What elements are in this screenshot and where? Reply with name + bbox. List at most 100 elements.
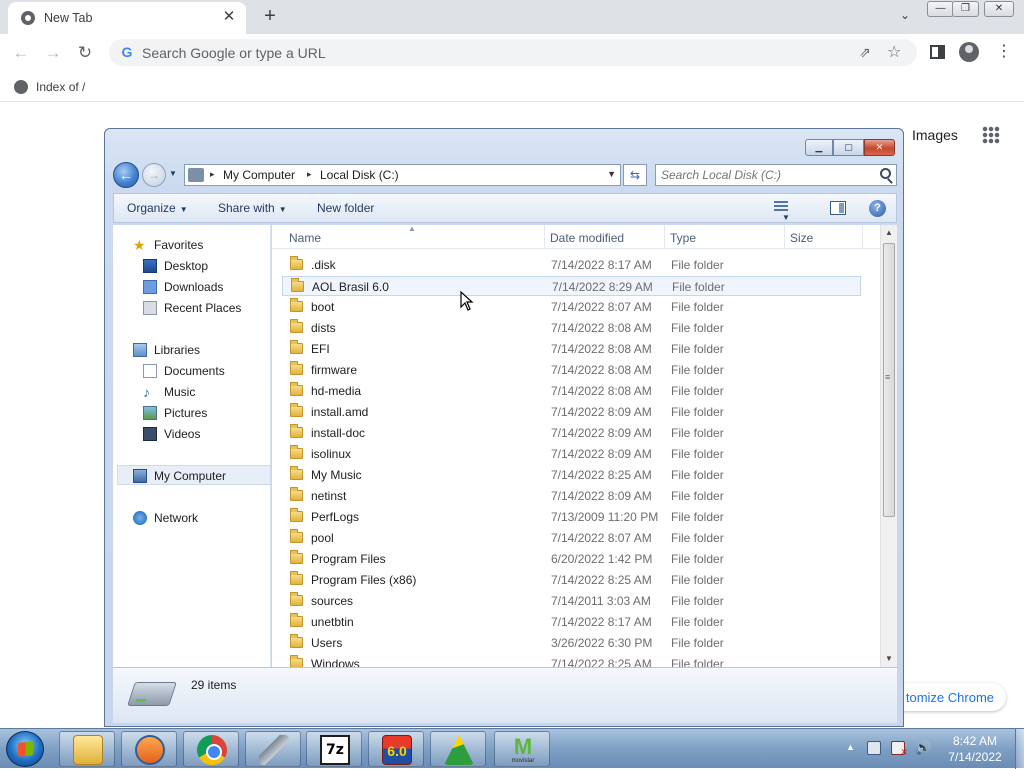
share-with-button[interactable]: Share with ▼: [218, 201, 287, 215]
table-row[interactable]: install.amd 7/14/2022 8:09 AM File folder: [282, 402, 861, 422]
table-row[interactable]: netinst 7/14/2022 8:09 AM File folder: [282, 486, 861, 506]
explorer-forward-button[interactable]: →: [142, 163, 166, 187]
nav-desktop[interactable]: Desktop: [113, 256, 271, 276]
table-row[interactable]: boot 7/14/2022 8:07 AM File folder: [282, 297, 861, 317]
table-row[interactable]: Users 3/26/2022 6:30 PM File folder: [282, 633, 861, 653]
new-tab-button[interactable]: +: [259, 5, 281, 27]
nav-music[interactable]: ♪ Music: [113, 382, 271, 402]
omnibox[interactable]: G Search Google or type a URL ⇗ ☆: [109, 39, 917, 66]
refresh-button[interactable]: ⇆: [623, 164, 647, 186]
nav-favorites[interactable]: ★ Favorites: [113, 235, 271, 255]
table-row[interactable]: pool 7/14/2022 8:07 AM File folder: [282, 528, 861, 548]
table-row[interactable]: EFI 7/14/2022 8:08 AM File folder: [282, 339, 861, 359]
explorer-maximize-button[interactable]: ▢: [833, 139, 864, 156]
taskbar-media-player-button[interactable]: [121, 731, 177, 767]
table-row[interactable]: My Music 7/14/2022 8:25 AM File folder: [282, 465, 861, 485]
table-row[interactable]: hd-media 7/14/2022 8:08 AM File folder: [282, 381, 861, 401]
close-button[interactable]: ✕: [984, 1, 1014, 17]
google-apps-icon[interactable]: [982, 126, 1000, 144]
tab-search-icon[interactable]: ⌄: [895, 8, 915, 26]
volume-icon[interactable]: 🔊: [915, 741, 931, 755]
bookmark-star-icon[interactable]: ☆: [887, 42, 905, 61]
search-icon[interactable]: [880, 168, 891, 179]
triangle-app-icon: [444, 735, 474, 765]
preview-pane-icon[interactable]: [830, 201, 846, 215]
explorer-back-button[interactable]: ←: [113, 162, 139, 188]
table-row[interactable]: firmware 7/14/2022 8:08 AM File folder: [282, 360, 861, 380]
tab-close-icon[interactable]: ✕: [220, 8, 238, 26]
share-icon[interactable]: ⇗: [859, 44, 875, 60]
table-row[interactable]: Program Files 6/20/2022 1:42 PM File folde…: [282, 549, 861, 569]
scroll-thumb[interactable]: [883, 243, 895, 517]
table-row[interactable]: dists 7/14/2022 8:08 AM File folder: [282, 318, 861, 338]
folder-icon: [290, 508, 303, 522]
file-type: File folder: [671, 342, 724, 356]
explorer-search-input[interactable]: [661, 167, 871, 183]
table-row[interactable]: Windows 7/14/2022 8:25 AM File folder: [282, 654, 861, 667]
nav-my-computer[interactable]: My Computer: [117, 465, 271, 485]
reload-button[interactable]: ↻: [72, 40, 98, 66]
show-desktop-button[interactable]: [1015, 729, 1024, 769]
chrome-menu-icon[interactable]: ⋮: [996, 42, 1012, 62]
nav-network[interactable]: Network: [113, 508, 271, 528]
start-button[interactable]: [6, 731, 44, 767]
table-row[interactable]: PerfLogs 7/13/2009 11:20 PM File folder: [282, 507, 861, 527]
breadcrumb-arrow-icon[interactable]: ▸: [210, 169, 215, 180]
table-row[interactable]: Program Files (x86) 7/14/2022 8:25 AM File…: [282, 570, 861, 590]
change-view-button[interactable]: ▼: [774, 201, 806, 222]
vertical-scrollbar[interactable]: ▲ ▼: [880, 225, 897, 667]
back-button[interactable]: ←: [8, 40, 34, 66]
table-row[interactable]: .disk 7/14/2022 8:17 AM File folder: [282, 255, 861, 275]
taskbar-7zip-button[interactable]: 7z: [306, 731, 362, 767]
side-panel-icon[interactable]: [930, 45, 945, 59]
nav-label: Recent Places: [164, 301, 242, 315]
explorer-search-box[interactable]: [655, 164, 897, 186]
table-row[interactable]: sources 7/14/2011 3:03 AM File folder: [282, 591, 861, 611]
bookmark-index-of[interactable]: Index of /: [14, 77, 85, 97]
file-list: .disk 7/14/2022 8:17 AM File folder AOL Bra…: [272, 225, 880, 667]
organize-label: Organize: [127, 201, 176, 215]
nav-libraries[interactable]: Libraries: [113, 340, 271, 360]
scroll-up-arrow-icon[interactable]: ▲: [881, 225, 897, 241]
images-link[interactable]: Images: [912, 127, 958, 143]
table-row[interactable]: install-doc 7/14/2022 8:09 AM File folder: [282, 423, 861, 443]
taskbar-explorer-button[interactable]: [59, 731, 115, 767]
nav-downloads[interactable]: Downloads: [113, 277, 271, 297]
taskbar-movistar-button[interactable]: M movistar: [494, 731, 550, 767]
taskbar-triangle-app-button[interactable]: [430, 731, 486, 767]
file-type: File folder: [671, 510, 724, 524]
nav-pictures[interactable]: Pictures: [113, 403, 271, 423]
forward-button[interactable]: →: [40, 40, 66, 66]
action-center-icon[interactable]: [891, 741, 908, 758]
chrome-icon: [21, 11, 35, 25]
profile-avatar-icon[interactable]: [959, 42, 979, 62]
nav-recent-places[interactable]: Recent Places: [113, 298, 271, 318]
address-bar[interactable]: ▸ My Computer ▸ Local Disk (C:) ▼: [184, 164, 621, 186]
explorer-close-button[interactable]: ✕: [864, 139, 895, 156]
breadcrumb-arrow-icon[interactable]: ▸: [307, 169, 312, 180]
table-row[interactable]: unetbtin 7/14/2022 8:17 AM File folder: [282, 612, 861, 632]
tab-new-tab[interactable]: New Tab ✕: [8, 2, 246, 34]
nav-documents[interactable]: Documents: [113, 361, 271, 381]
restore-button[interactable]: ❐: [952, 1, 979, 17]
new-folder-button[interactable]: New folder: [317, 201, 374, 215]
breadcrumb-my-computer[interactable]: My Computer: [223, 168, 295, 182]
minimize-button[interactable]: —: [927, 1, 954, 17]
explorer-minimize-button[interactable]: ▁: [805, 139, 833, 156]
table-row[interactable]: isolinux 7/14/2022 8:09 AM File folder: [282, 444, 861, 464]
file-type: File folder: [671, 657, 724, 667]
breadcrumb-local-disk[interactable]: Local Disk (C:): [320, 168, 399, 182]
scroll-down-arrow-icon[interactable]: ▼: [881, 651, 897, 667]
network-tray-icon[interactable]: [867, 741, 881, 755]
table-row[interactable]: AOL Brasil 6.0 7/14/2022 8:29 AM File fold…: [282, 276, 861, 296]
help-icon[interactable]: ?: [869, 200, 886, 217]
show-hidden-icons-icon[interactable]: ▲: [846, 742, 855, 752]
clock[interactable]: 8:42 AM 7/14/2022: [938, 733, 1012, 765]
organize-button[interactable]: Organize ▼: [127, 201, 188, 215]
taskbar-chrome-button[interactable]: [183, 731, 239, 767]
nav-videos[interactable]: Videos: [113, 424, 271, 444]
recent-pages-dropdown[interactable]: ▼: [169, 169, 177, 178]
taskbar-aol-button[interactable]: 6.0: [368, 731, 424, 767]
address-dropdown-icon[interactable]: ▼: [607, 169, 616, 179]
taskbar-rocket-app-button[interactable]: [245, 731, 301, 767]
